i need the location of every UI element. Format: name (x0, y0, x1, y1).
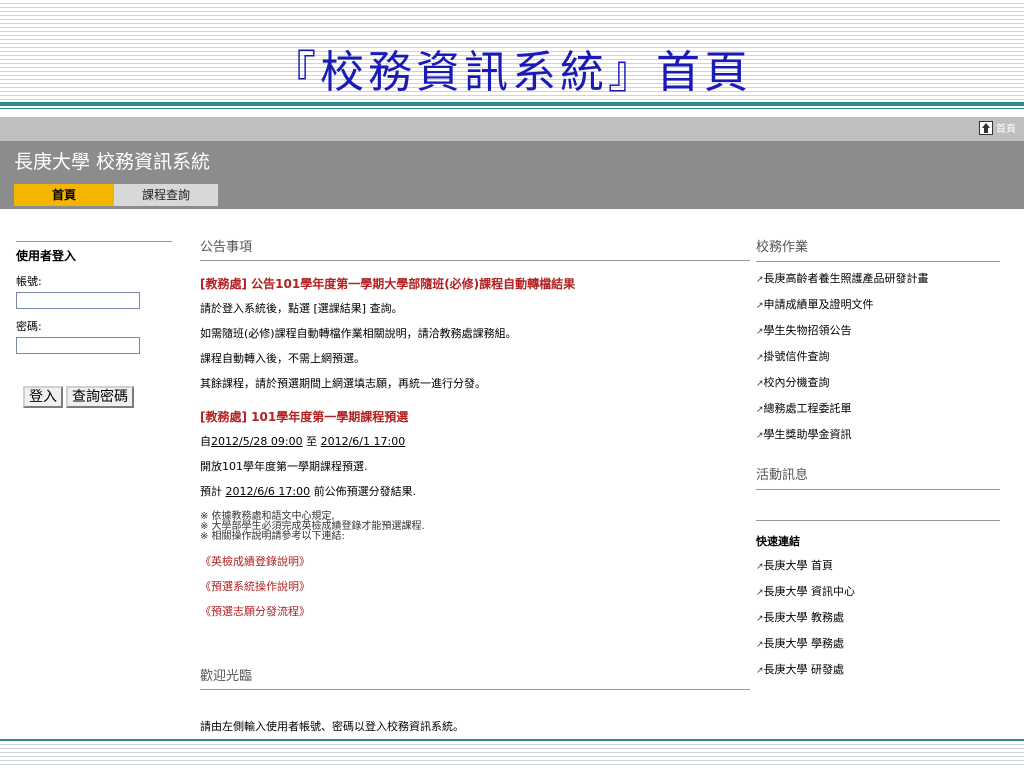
welcome-text: 請由左側輸入使用者帳號、密碼以登入校務資訊系統。 (200, 720, 464, 733)
password-input[interactable] (16, 337, 140, 354)
home-icon (979, 120, 993, 135)
slide-title: 『校務資訊系統』首頁 (272, 47, 752, 98)
welcome-heading: 歡迎光臨 (200, 665, 750, 690)
quick-link[interactable]: 長庚大學 研發處 (756, 662, 1000, 679)
slide-footer-stripes (0, 741, 1024, 768)
news-line: 如需隨班(必修)課程自動轉檔作業相關說明，請洽教務處課務組。 (200, 327, 517, 340)
school-affairs-heading: 校務作業 (756, 236, 1000, 262)
doc-link[interactable]: 《預選系統操作說明》 (200, 579, 750, 595)
announcements-heading: 公告事項 (200, 236, 750, 261)
text-span: 至 (302, 435, 321, 448)
tab-course-query[interactable]: 課程查詢 (114, 184, 218, 206)
top-bar: 首頁 (0, 117, 1024, 141)
doc-link[interactable]: 《預選志願分發流程》 (200, 604, 750, 620)
news-title[interactable]: [教務處] 公告101學年度第一學期大學部隨班(必修)課程自動轉檔結果 (200, 275, 750, 292)
quick-links-title: 快速連結 (756, 535, 800, 548)
tab-home[interactable]: 首頁 (14, 184, 114, 206)
site-header: 長庚大學 校務資訊系統 首頁 課程查詢 (0, 141, 1024, 209)
quick-link[interactable]: 長庚大學 學務處 (756, 636, 1000, 653)
note-line: ※ 相關操作說明請參考以下連結: (200, 531, 345, 542)
text-span: 自 (200, 435, 211, 448)
site-title: 長庚大學 校務資訊系統 (14, 151, 211, 173)
password-label: 密碼: (16, 320, 42, 333)
main-tabs: 首頁 課程查詢 (14, 184, 218, 206)
start-date: 2012/5/28 09:00 (211, 435, 303, 448)
login-divider (16, 241, 172, 242)
doc-link[interactable]: 《英檢成績登錄說明》 (200, 554, 750, 570)
affairs-link[interactable]: 校內分機查詢 (756, 375, 1000, 392)
affairs-link[interactable]: 總務處工程委託單 (756, 401, 1000, 418)
affairs-link[interactable]: 掛號信件查詢 (756, 349, 1000, 366)
quick-link[interactable]: 長庚大學 教務處 (756, 610, 1000, 627)
slide-divider (0, 102, 1024, 106)
affairs-link[interactable]: 申請成績單及證明文件 (756, 297, 1000, 314)
notes: ※ 依據教務處和語文中心規定, ※ 大學部學生必須完成英檢成績登錄才能預選課程.… (200, 512, 750, 542)
end-date: 2012/6/1 17:00 (320, 435, 406, 448)
quick-link[interactable]: 長庚大學 首頁 (756, 558, 1000, 575)
text-span: 請於登入系統後，點選 (200, 302, 314, 315)
text-span: 前公佈預選分發結果. (310, 485, 417, 498)
result-date: 2012/6/6 17:00 (225, 485, 311, 498)
login-title: 使用者登入 (16, 249, 77, 263)
quick-link[interactable]: 長庚大學 資訊中心 (756, 584, 1000, 601)
activity-heading: 活動訊息 (756, 464, 1000, 490)
affairs-link[interactable]: 長庚高齡者養生照護產品研發計畫 (756, 271, 1000, 288)
account-input[interactable] (16, 292, 140, 309)
news-line: 自2012/5/28 09:00 至 2012/6/1 17:00 (200, 434, 750, 450)
news-line: 其餘課程，請於預選期間上網選填志願，再統一進行分發。 (200, 377, 486, 390)
news-line: 預計 2012/6/6 17:00 前公佈預選分發結果. (200, 484, 750, 500)
news-line: 開放101學年度第一學期課程預選. (200, 460, 368, 473)
course-result-link[interactable]: [選課結果] (314, 302, 367, 315)
right-panel: 校務作業 長庚高齡者養生照護產品研發計畫 申請成績單及證明文件 學生失物招領公告… (756, 236, 1000, 679)
affairs-link[interactable]: 學生獎助學金資訊 (756, 427, 1000, 444)
announcements-panel: 公告事項 [教務處] 公告101學年度第一學期大學部隨班(必修)課程自動轉檔結果… (200, 236, 750, 620)
text-span: 查詢。 (366, 302, 403, 315)
login-panel: 使用者登入 帳號: 密碼: 登入 查詢密碼 (16, 241, 176, 408)
account-label: 帳號: (16, 275, 42, 288)
home-link-label: 首頁 (996, 124, 1016, 135)
news-title[interactable]: [教務處] 101學年度第一學期課程預選 (200, 408, 750, 425)
text-span: 預計 (200, 485, 226, 498)
news-line: 請於登入系統後，點選 [選課結果] 查詢。 (200, 301, 750, 317)
login-button[interactable]: 登入 (23, 386, 63, 408)
quick-divider (756, 520, 1000, 521)
news-line: 課程自動轉入後，不需上網預選。 (200, 352, 365, 365)
lookup-password-button[interactable]: 查詢密碼 (66, 386, 134, 408)
home-link[interactable]: 首頁 (979, 120, 1016, 135)
portal-screenshot: 首頁 長庚大學 校務資訊系統 首頁 課程查詢 使用者登入 帳號: 密碼: 登入 … (0, 117, 1024, 739)
slide-divider-thin (0, 108, 1024, 109)
affairs-link[interactable]: 學生失物招領公告 (756, 323, 1000, 340)
